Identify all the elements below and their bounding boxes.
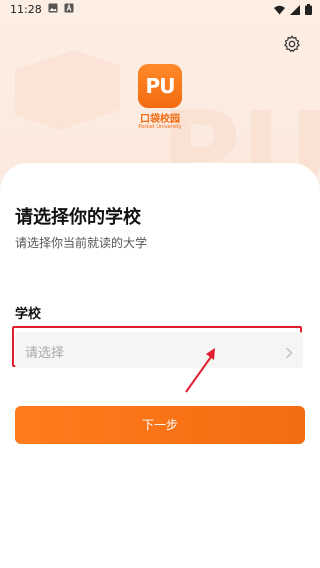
chevron-right-icon bbox=[285, 344, 293, 359]
annotation-arrow bbox=[185, 348, 215, 393]
image-icon bbox=[48, 3, 58, 16]
school-select-card: 请选择你的学校 请选择你当前就读的大学 学校 请选择 下一步 bbox=[0, 163, 320, 568]
status-bar: 11:28 bbox=[0, 0, 320, 20]
page-subtitle: 请选择你当前就读的大学 bbox=[15, 236, 148, 250]
school-field-label: 学校 bbox=[15, 307, 42, 322]
wifi-icon bbox=[274, 5, 285, 18]
status-right bbox=[274, 4, 312, 18]
logo-name-en: Pocket University bbox=[138, 124, 182, 130]
a-badge-icon bbox=[64, 3, 74, 16]
school-select-placeholder: 请选择 bbox=[25, 346, 65, 361]
status-time: 11:28 bbox=[10, 3, 42, 16]
app-logo: PU 口袋校园 Pocket University bbox=[136, 64, 184, 130]
logo-mark: PU bbox=[138, 64, 182, 108]
school-select[interactable]: 请选择 bbox=[15, 332, 303, 368]
signal-icon bbox=[290, 4, 300, 18]
page-title: 请选择你的学校 bbox=[15, 207, 141, 228]
battery-icon bbox=[305, 4, 312, 18]
gear-icon[interactable] bbox=[282, 34, 302, 54]
logo-name-cn: 口袋校园 bbox=[140, 114, 180, 125]
status-left: 11:28 bbox=[10, 3, 74, 16]
next-step-button[interactable]: 下一步 bbox=[15, 406, 305, 444]
